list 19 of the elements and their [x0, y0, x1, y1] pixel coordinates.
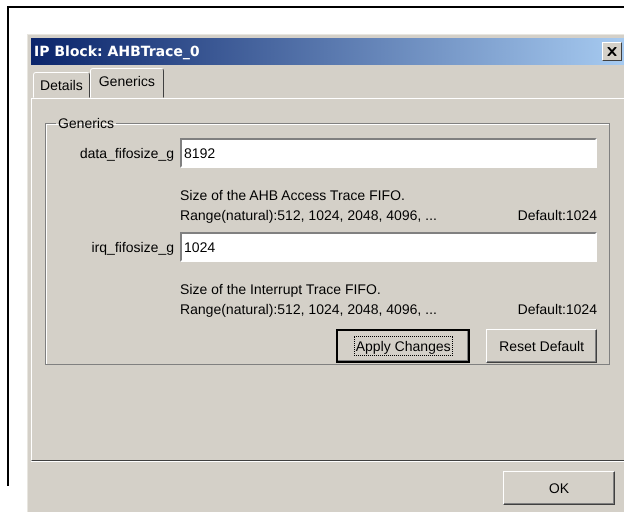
tab[interactable]: Generics [90, 68, 164, 98]
range-text: Range(natural):512, 1024, 2048, 4096, ... [180, 300, 437, 319]
range-text: Range(natural):512, 1024, 2048, 4096, ... [180, 206, 437, 225]
push-button[interactable]: OK [503, 471, 615, 505]
input-field[interactable]: 1024 [180, 232, 597, 262]
parameter-label: irq_fifosize_g [90, 239, 174, 255]
group-title: Generics [57, 115, 116, 131]
close-button[interactable] [602, 42, 622, 61]
input-field[interactable]: 8192 [180, 138, 597, 168]
push-button[interactable]: Apply Changes [336, 329, 470, 363]
default-text: Default:1024 [518, 300, 597, 319]
parameter-label: data_fifosize_g [78, 145, 174, 161]
description-text: Size of the AHB Access Trace FIFO. [180, 186, 406, 205]
push-button[interactable]: Reset Default [486, 329, 597, 363]
tab[interactable]: Details [33, 72, 90, 98]
description-text: Size of the Interrupt Trace FIFO. [180, 280, 382, 299]
close-icon [607, 47, 617, 56]
window-title: IP Block: AHBTrace_0 [34, 44, 200, 60]
default-text: Default:1024 [518, 206, 597, 225]
